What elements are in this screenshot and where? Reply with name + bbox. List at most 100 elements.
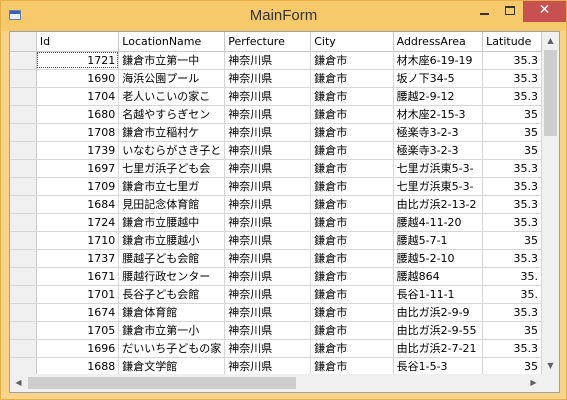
cell-latitude[interactable]: 35.3 xyxy=(482,87,542,106)
cell-location-name[interactable]: 鎌倉市立第一中 xyxy=(118,51,226,70)
cell-location-name[interactable]: 鎌倉文学館 xyxy=(118,357,226,374)
row-header-cell[interactable] xyxy=(10,249,37,268)
cell-location-name[interactable]: 鎌倉市立腰越小 xyxy=(118,231,226,250)
cell-latitude[interactable]: 35 xyxy=(482,105,542,124)
table-row[interactable]: 1709 鎌倉市立七里ガ 神奈川県 鎌倉市 七里ガ浜東5-3- 35.3 xyxy=(10,177,542,196)
cell-city[interactable]: 鎌倉市 xyxy=(310,285,394,304)
cell-location-name[interactable]: 鎌倉市立第一小 xyxy=(118,321,226,340)
cell-latitude[interactable]: 35 xyxy=(482,123,542,142)
cell-id[interactable]: 1701 xyxy=(36,285,120,304)
cell-address-area[interactable]: 由比ガ浜2-9-9 xyxy=(393,303,484,322)
cell-perfecture[interactable]: 神奈川県 xyxy=(224,213,312,232)
row-header-cell[interactable] xyxy=(10,357,37,374)
cell-city[interactable]: 鎌倉市 xyxy=(310,321,394,340)
cell-perfecture[interactable]: 神奈川県 xyxy=(224,141,312,160)
cell-location-name[interactable]: 鎌倉市立稲村ケ xyxy=(118,123,226,142)
cell-id[interactable]: 1696 xyxy=(36,339,120,358)
cell-perfecture[interactable]: 神奈川県 xyxy=(224,285,312,304)
cell-city[interactable]: 鎌倉市 xyxy=(310,303,394,322)
column-header-latitude[interactable]: Latitude xyxy=(482,32,542,52)
cell-id[interactable]: 1710 xyxy=(36,231,120,250)
cell-city[interactable]: 鎌倉市 xyxy=(310,123,394,142)
table-row[interactable]: 1697 七里ガ浜子ども会 神奈川県 鎌倉市 七里ガ浜東5-3- 35.3 xyxy=(10,159,542,178)
cell-city[interactable]: 鎌倉市 xyxy=(310,195,394,214)
row-header-cell[interactable] xyxy=(10,213,37,232)
cell-city[interactable]: 鎌倉市 xyxy=(310,69,394,88)
cell-location-name[interactable]: 腰越行政センター xyxy=(118,267,226,286)
cell-id[interactable]: 1721 xyxy=(36,51,120,70)
row-header-cell[interactable] xyxy=(10,285,37,304)
cell-perfecture[interactable]: 神奈川県 xyxy=(224,195,312,214)
table-row[interactable]: 1680 名越やすらぎセン 神奈川県 鎌倉市 材木座2-15-3 35 xyxy=(10,105,542,124)
cell-perfecture[interactable]: 神奈川県 xyxy=(224,123,312,142)
cell-id[interactable]: 1674 xyxy=(36,303,120,322)
cell-address-area[interactable]: 由比ガ浜2-9-55 xyxy=(393,321,484,340)
row-header-cell[interactable] xyxy=(10,141,37,160)
cell-perfecture[interactable]: 神奈川県 xyxy=(224,231,312,250)
cell-city[interactable]: 鎌倉市 xyxy=(310,51,394,70)
cell-location-name[interactable]: 鎌倉体育館 xyxy=(118,303,226,322)
row-header-cell[interactable] xyxy=(10,267,37,286)
cell-perfecture[interactable]: 神奈川県 xyxy=(224,339,312,358)
cell-location-name[interactable]: 老人いこいの家こ xyxy=(118,87,226,106)
scroll-up-icon[interactable]: ▲ xyxy=(542,32,559,49)
cell-city[interactable]: 鎌倉市 xyxy=(310,267,394,286)
cell-city[interactable]: 鎌倉市 xyxy=(310,249,394,268)
table-row[interactable]: 1690 海浜公園プール 神奈川県 鎌倉市 坂ノ下34-5 35.3 xyxy=(10,69,542,88)
table-row[interactable]: 1721 鎌倉市立第一中 神奈川県 鎌倉市 材木座6-19-19 35.3 xyxy=(10,51,542,70)
cell-address-area[interactable]: 由比ガ浜2-13-2 xyxy=(393,195,484,214)
table-row[interactable]: 1708 鎌倉市立稲村ケ 神奈川県 鎌倉市 極楽寺3-2-3 35 xyxy=(10,123,542,142)
column-header-perfecture[interactable]: Perfecture xyxy=(224,32,312,52)
row-header-cell[interactable] xyxy=(10,51,37,70)
cell-latitude[interactable]: 35. xyxy=(482,267,542,286)
cell-city[interactable]: 鎌倉市 xyxy=(310,213,394,232)
top-left-header-cell[interactable] xyxy=(10,32,37,52)
table-row[interactable]: 1684 見田記念体育館 神奈川県 鎌倉市 由比ガ浜2-13-2 35.3 xyxy=(10,195,542,214)
row-header-cell[interactable] xyxy=(10,177,37,196)
cell-location-name[interactable]: いなむらがさき子と xyxy=(118,141,226,160)
cell-address-area[interactable]: 七里ガ浜東5-3- xyxy=(393,159,484,178)
cell-address-area[interactable]: 腰越5-2-10 xyxy=(393,249,484,268)
cell-id[interactable]: 1684 xyxy=(36,195,120,214)
cell-perfecture[interactable]: 神奈川県 xyxy=(224,177,312,196)
cell-address-area[interactable]: 七里ガ浜東5-3- xyxy=(393,177,484,196)
cell-latitude[interactable]: 35.3 xyxy=(482,159,542,178)
cell-location-name[interactable]: 腰越子ども会館 xyxy=(118,249,226,268)
cell-latitude[interactable]: 35.3 xyxy=(482,51,542,70)
table-row[interactable]: 1739 いなむらがさき子と 神奈川県 鎌倉市 極楽寺3-2-3 35 xyxy=(10,141,542,160)
data-grid-view[interactable]: Id LocationName Perfecture City AddressA… xyxy=(9,31,560,393)
cell-city[interactable]: 鎌倉市 xyxy=(310,105,394,124)
cell-latitude[interactable]: 35.3 xyxy=(482,339,542,358)
cell-latitude[interactable]: 35.3 xyxy=(482,213,542,232)
cell-id[interactable]: 1697 xyxy=(36,159,120,178)
cell-city[interactable]: 鎌倉市 xyxy=(310,141,394,160)
cell-city[interactable]: 鎌倉市 xyxy=(310,357,394,374)
cell-perfecture[interactable]: 神奈川県 xyxy=(224,87,312,106)
cell-id[interactable]: 1705 xyxy=(36,321,120,340)
table-row[interactable]: 1704 老人いこいの家こ 神奈川県 鎌倉市 腰越2-9-12 35.3 xyxy=(10,87,542,106)
cell-address-area[interactable]: 材木座2-15-3 xyxy=(393,105,484,124)
cell-address-area[interactable]: 極楽寺3-2-3 xyxy=(393,141,484,160)
cell-address-area[interactable]: 腰越2-9-12 xyxy=(393,87,484,106)
cell-location-name[interactable]: 鎌倉市立七里ガ xyxy=(118,177,226,196)
scroll-left-icon[interactable]: ◀ xyxy=(10,374,27,392)
maximize-button[interactable] xyxy=(497,1,523,22)
cell-perfecture[interactable]: 神奈川県 xyxy=(224,159,312,178)
cell-latitude[interactable]: 35 xyxy=(482,357,542,374)
cell-latitude[interactable]: 35.3 xyxy=(482,195,542,214)
cell-city[interactable]: 鎌倉市 xyxy=(310,177,394,196)
table-row[interactable]: 1671 腰越行政センター 神奈川県 鎌倉市 腰越864 35. xyxy=(10,267,542,286)
cell-city[interactable]: 鎌倉市 xyxy=(310,339,394,358)
table-row[interactable]: 1701 長谷子ども会館 神奈川県 鎌倉市 長谷1-11-1 35. xyxy=(10,285,542,304)
column-header-id[interactable]: Id xyxy=(36,32,120,52)
cell-latitude[interactable]: 35 xyxy=(482,141,542,160)
cell-location-name[interactable]: 名越やすらぎセン xyxy=(118,105,226,124)
cell-city[interactable]: 鎌倉市 xyxy=(310,87,394,106)
cell-latitude[interactable]: 35.3 xyxy=(482,303,542,322)
row-header-cell[interactable] xyxy=(10,87,37,106)
cell-location-name[interactable]: 見田記念体育館 xyxy=(118,195,226,214)
cell-address-area[interactable]: 腰越864 xyxy=(393,267,484,286)
cell-address-area[interactable]: 材木座6-19-19 xyxy=(393,51,484,70)
table-row[interactable]: 1724 鎌倉市立腰越中 神奈川県 鎌倉市 腰越4-11-20 35.3 xyxy=(10,213,542,232)
table-row[interactable]: 1710 鎌倉市立腰越小 神奈川県 鎌倉市 腰越5-7-1 35 xyxy=(10,231,542,250)
